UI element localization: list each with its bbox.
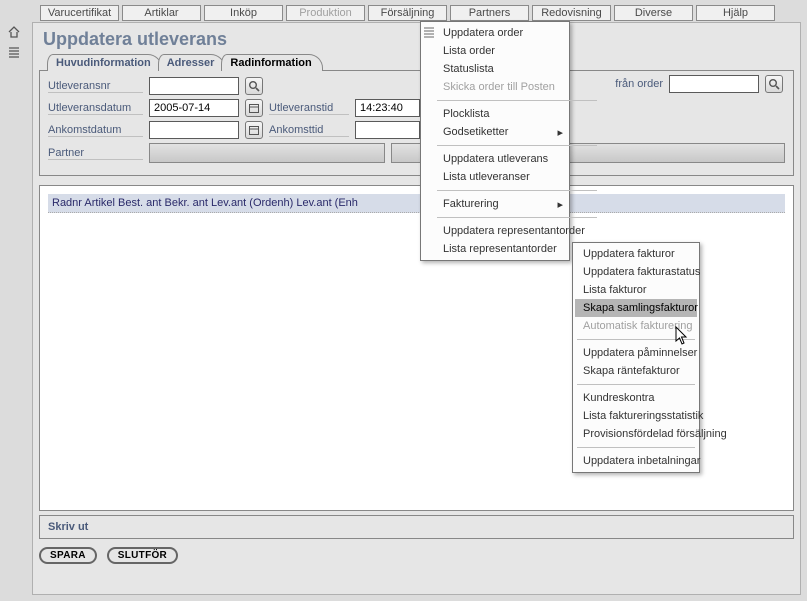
menu-varucertifikat[interactable]: Varucertifikat [40,5,119,21]
fakturering-submenu: Uppdatera fakturor Uppdatera fakturastat… [572,242,700,473]
ankomsttid-input[interactable] [355,121,420,139]
menu-lista-utleveranser[interactable]: Lista utleveranser [435,168,599,186]
submenu-lista-faktureringsstatistik[interactable]: Lista faktureringsstatistik [575,407,697,425]
tab-strip: Huvudinformation Adresser Radinformation [33,54,800,71]
utleveransdatum-input[interactable] [149,99,239,117]
search-from-order-label: från order [615,78,663,90]
utleveranstid-input[interactable] [355,99,420,117]
list-icon [423,24,435,40]
menu-partners[interactable]: Partners [450,5,529,21]
submenu-lista-fakturor[interactable]: Lista fakturor [575,281,697,299]
ankomstdatum-input[interactable] [149,121,239,139]
menu-separator [577,339,695,340]
print-panel: Skriv ut [39,515,794,539]
calendar-icon[interactable] [245,121,263,139]
tab-adresser[interactable]: Adresser [158,54,226,71]
line-items-header: Radnr Artikel Best. ant Bekr. ant Lev.an… [48,194,785,213]
utleveransnr-lookup[interactable] [245,77,263,95]
submenu-uppdatera-fakturastatus[interactable]: Uppdatera fakturastatus [575,263,697,281]
menu-uppdatera-order[interactable]: Uppdatera order [435,24,599,42]
menu-diverse[interactable]: Diverse [614,5,693,21]
print-link[interactable]: Skriv ut [48,521,88,533]
partner-label: Partner [48,147,143,160]
submenu-skapa-samlingsfakturor[interactable]: Skapa samlingsfakturor [575,299,697,317]
tab-radinformation[interactable]: Radinformation [221,54,322,71]
menu-redovisning[interactable]: Redovisning [532,5,611,21]
menu-separator [577,447,695,448]
submenu-uppdatera-fakturor[interactable]: Uppdatera fakturor [575,245,697,263]
search-from-order-input[interactable] [669,75,759,93]
menu-uppdatera-representantorder[interactable]: Uppdatera representantorder [435,222,599,240]
menu-statuslista[interactable]: Statuslista [435,60,599,78]
submenu-skapa-rantefakturor[interactable]: Skapa räntefakturor [575,362,697,380]
submenu-kundreskontra[interactable]: Kundreskontra [575,389,697,407]
ankomsttid-label: Ankomsttid [269,124,349,137]
menu-separator [437,100,597,101]
utleveransdatum-label: Utleveransdatum [48,102,143,115]
utleveransnr-input[interactable] [149,77,239,95]
submenu-automatisk-fakturering: Automatisk fakturering [575,317,697,335]
save-button[interactable]: SPARA [39,547,97,564]
calendar-icon[interactable] [245,99,263,117]
sidebar-strip [6,20,28,64]
menu-separator [577,384,695,385]
menu-godsetiketter[interactable]: Godsetiketter [435,123,599,141]
menu-forsaljning[interactable]: Försäljning [368,5,447,21]
finish-button[interactable]: SLUTFÖR [107,547,178,564]
menu-produktion: Produktion [286,5,365,21]
partner-display-1[interactable] [149,143,385,163]
menu-separator [437,145,597,146]
search-from-order: från order [615,75,783,93]
submenu-provisionsfordelad-forsaljning[interactable]: Provisionsfördelad försäljning [575,425,697,443]
menu-inkop[interactable]: Inköp [204,5,283,21]
top-menu-bar: Varucertifikat Artiklar Inköp Produktion… [0,0,807,21]
utleveranstid-label: Utleveranstid [269,102,349,115]
menu-lista-order[interactable]: Lista order [435,42,599,60]
tab-huvudinformation[interactable]: Huvudinformation [47,54,162,71]
menu-plocklista[interactable]: Plocklista [435,105,599,123]
action-row: SPARA SLUTFÖR [33,539,800,572]
list-icon[interactable] [6,44,22,60]
menu-fakturering[interactable]: Fakturering [435,195,599,213]
form-panel: från order Utleveransnr Utleveransdatum … [39,70,794,176]
ankomstdatum-label: Ankomstdatum [48,124,143,137]
home-icon[interactable] [6,24,22,40]
submenu-uppdatera-inbetalningar[interactable]: Uppdatera inbetalningar [575,452,697,470]
menu-hjalp[interactable]: Hjälp [696,5,775,21]
menu-separator [437,190,597,191]
menu-artiklar[interactable]: Artiklar [122,5,201,21]
page-title: Uppdatera utleverans [33,23,800,54]
utleveransnr-label: Utleveransnr [48,80,143,93]
menu-skicka-order-posten: Skicka order till Posten [435,78,599,96]
search-from-order-lookup[interactable] [765,75,783,93]
submenu-uppdatera-paminnelser[interactable]: Uppdatera påminnelser [575,344,697,362]
menu-uppdatera-utleverans[interactable]: Uppdatera utleverans [435,150,599,168]
forsaljning-menu: Uppdatera order Lista order Statuslista … [420,21,570,261]
menu-separator [437,217,597,218]
